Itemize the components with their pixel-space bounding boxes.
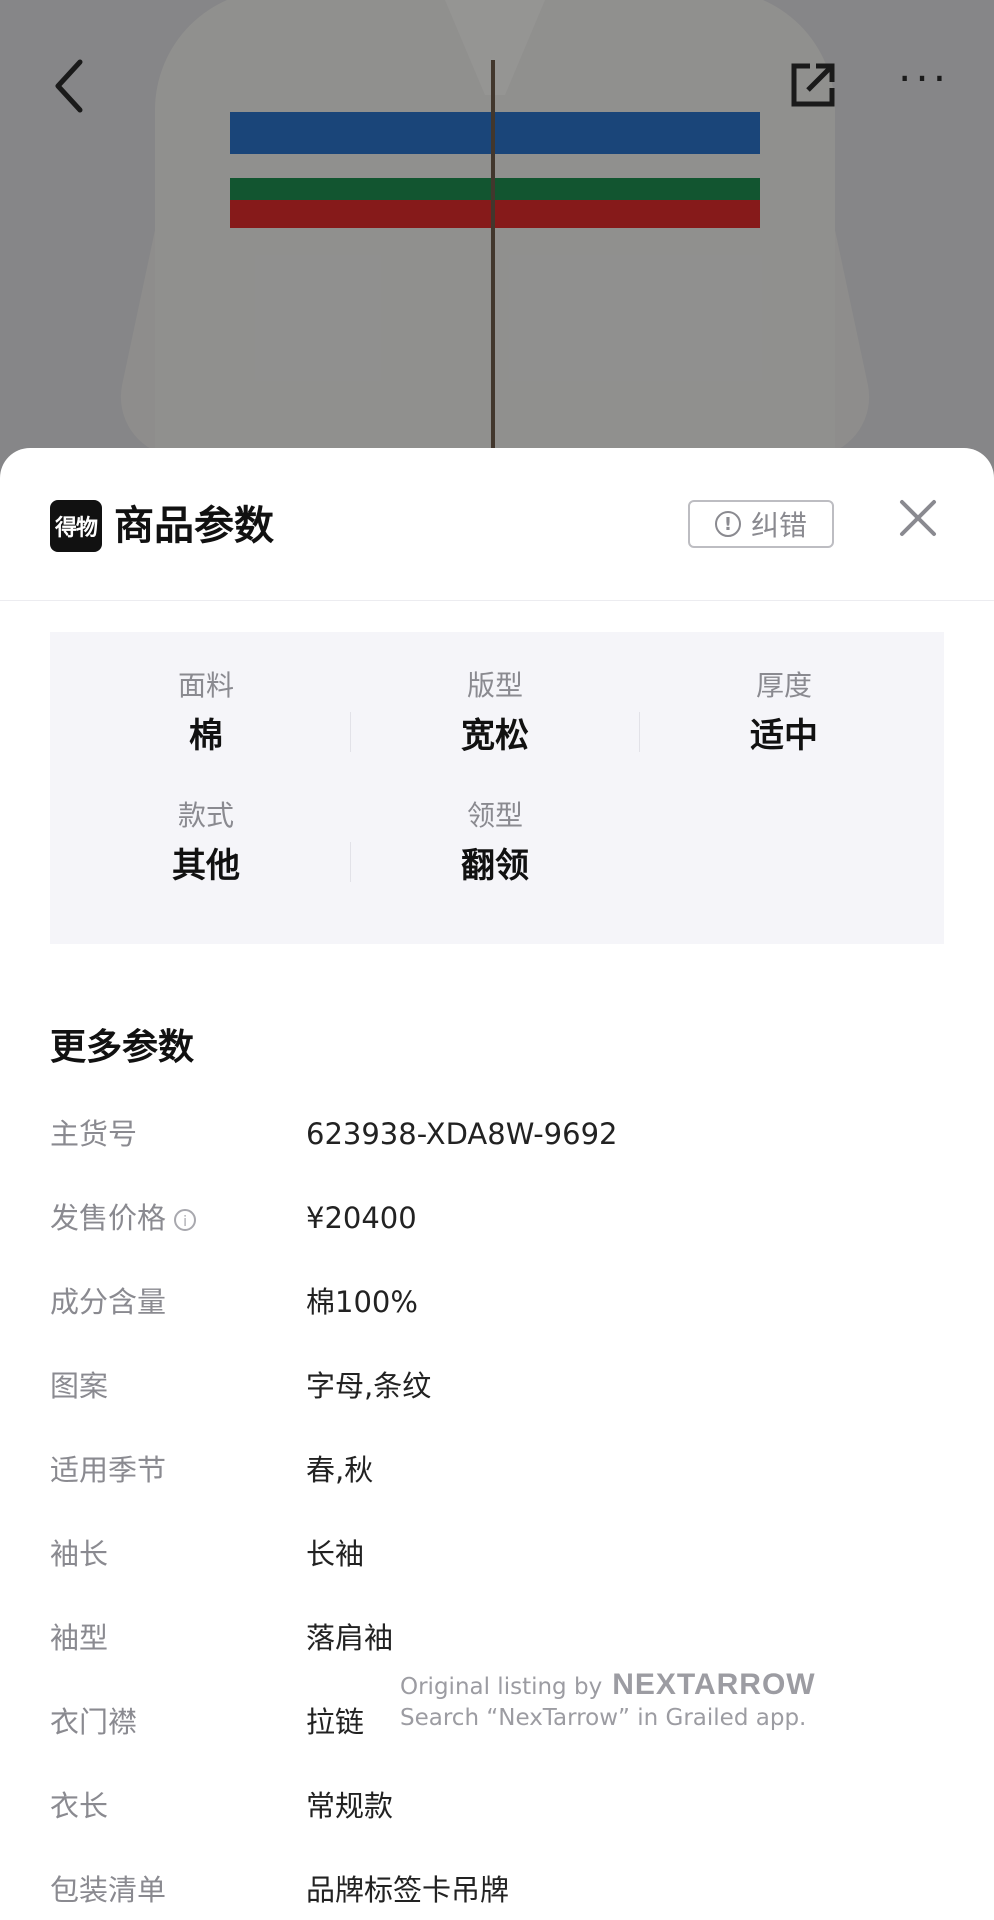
param-label: 主货号: [50, 1117, 138, 1151]
param-row: 成分含量 棉100%: [50, 1272, 944, 1332]
param-value: 春,秋: [306, 1453, 374, 1487]
spec-style: 款式 其他: [106, 796, 306, 892]
dewu-logo: 得物: [50, 500, 102, 552]
spec-value: 翻领: [461, 846, 529, 886]
product-image: ···: [0, 0, 994, 500]
param-value: 棉100%: [306, 1285, 418, 1319]
param-value: 623938-XDA8W-9692: [306, 1117, 618, 1151]
watermark-brand: NEXTARROW: [612, 1668, 816, 1701]
info-icon[interactable]: i: [174, 1209, 197, 1231]
param-label: 衣门襟: [50, 1705, 138, 1739]
param-label: 包装清单: [50, 1873, 167, 1907]
key-specs-card: 面料 棉 版型 宽松 厚度 适中 款式 其他 领型 翻领: [50, 632, 944, 944]
chevron-left-icon[interactable]: [50, 58, 90, 114]
report-error-button[interactable]: ! 纠错: [688, 500, 834, 548]
spec-value: 其他: [172, 846, 240, 886]
modal-overlay[interactable]: [0, 0, 994, 500]
param-label: 袖长: [50, 1537, 109, 1571]
param-label: 袖型: [50, 1621, 109, 1655]
spec-label: 面料: [177, 669, 234, 702]
param-value: 字母,条纹: [306, 1369, 432, 1403]
spec-fabric: 面料 棉: [106, 666, 306, 762]
param-value: 品牌标签卡吊牌: [306, 1873, 510, 1907]
param-row: 图案 字母,条纹: [50, 1356, 944, 1416]
spec-divider: [350, 712, 351, 752]
param-label: 成分含量: [50, 1285, 167, 1319]
param-value: 落肩袖: [306, 1621, 394, 1655]
param-row: 袖型 落肩袖: [50, 1608, 944, 1668]
param-row: 包装清单 品牌标签卡吊牌: [50, 1860, 944, 1920]
spec-label: 领型: [466, 799, 523, 832]
param-row: 袖长 长袖: [50, 1524, 944, 1584]
param-row: 主货号 623938-XDA8W-9692: [50, 1104, 944, 1164]
param-row: 发售价格 i ¥20400: [50, 1188, 944, 1248]
exclamation-circle-icon: !: [714, 511, 741, 537]
param-label: 适用季节: [50, 1453, 167, 1487]
sheet-title: 商品参数: [114, 503, 274, 549]
param-value: ¥20400: [306, 1201, 417, 1235]
more-params-title: 更多参数: [50, 1027, 195, 1068]
spec-divider: [639, 712, 640, 752]
param-label: 图案: [50, 1369, 109, 1403]
close-icon[interactable]: [896, 496, 940, 540]
watermark-prefix: Original listing by: [400, 1674, 603, 1700]
spec-fit: 版型 宽松: [395, 666, 595, 762]
spec-value: 棉: [189, 716, 223, 756]
param-value: 长袖: [306, 1537, 365, 1571]
spec-divider: [350, 842, 351, 882]
watermark: Original listing by NEXTARROW Search “Nex…: [400, 1670, 820, 1734]
spec-collar: 领型 翻领: [395, 796, 595, 892]
spec-value: 宽松: [461, 716, 529, 756]
param-label: 发售价格 i: [50, 1188, 197, 1248]
param-label-text: 发售价格: [50, 1201, 167, 1235]
ellipsis-icon[interactable]: ···: [898, 58, 950, 100]
spec-label: 款式: [177, 799, 234, 832]
param-value: 常规款: [306, 1789, 394, 1823]
spec-label: 厚度: [755, 669, 812, 702]
spec-value: 适中: [750, 716, 818, 756]
spec-label: 版型: [466, 669, 523, 702]
watermark-line1: Original listing by NEXTARROW: [400, 1670, 820, 1702]
sheet-header: 得物 商品参数 ! 纠错: [0, 448, 994, 601]
param-row: 衣长 常规款: [50, 1776, 944, 1836]
param-value: 拉链: [306, 1705, 365, 1739]
param-row: 适用季节 春,秋: [50, 1440, 944, 1500]
param-label: 衣长: [50, 1789, 109, 1823]
external-link-icon[interactable]: [788, 60, 838, 110]
spec-thickness: 厚度 适中: [684, 666, 884, 762]
watermark-line2: Search “NexTarrow” in Grailed app.: [400, 1705, 807, 1731]
report-error-label: 纠错: [750, 509, 807, 542]
product-params-sheet: 得物 商品参数 ! 纠错 面料 棉 版型 宽松 厚度 适中 款式 其他 领型 翻…: [0, 448, 994, 1920]
